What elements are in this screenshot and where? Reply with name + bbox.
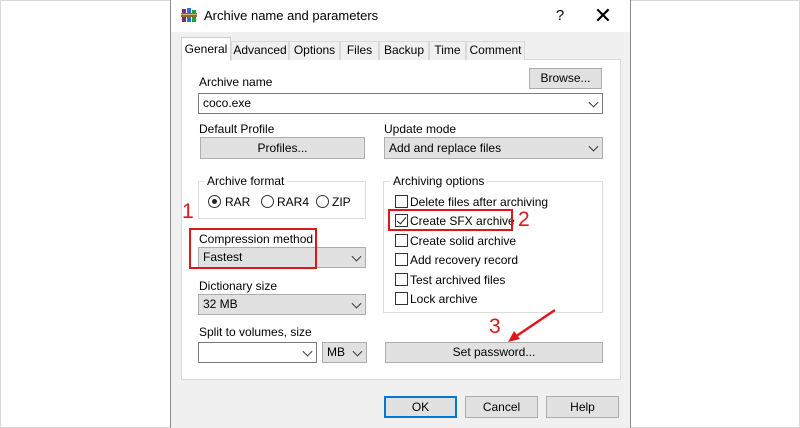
radio-zip-label[interactable]: ZIP <box>332 195 351 209</box>
annotation-number-2: 2 <box>518 208 530 231</box>
dictionary-size-select[interactable]: 32 MB <box>198 294 366 315</box>
update-mode-label: Update mode <box>384 122 457 136</box>
archive-name-value: coco.exe <box>203 96 252 110</box>
close-button[interactable]: ✕ <box>588 3 618 29</box>
radio-rar4[interactable] <box>261 195 274 208</box>
checkbox-delete-files[interactable] <box>395 195 408 208</box>
tab-options[interactable]: Options <box>289 41 340 60</box>
checkbox-lock-archive[interactable] <box>395 292 408 305</box>
chevron-down-icon[interactable] <box>351 298 362 309</box>
chevron-down-icon[interactable] <box>302 346 313 357</box>
archive-name-label: Archive name <box>199 75 273 89</box>
chevron-down-icon[interactable] <box>588 97 599 108</box>
radio-zip[interactable] <box>316 195 329 208</box>
set-password-button[interactable]: Set password... <box>385 342 603 363</box>
checkbox-lock-archive-label[interactable]: Lock archive <box>410 292 477 306</box>
dictionary-size-label: Dictionary size <box>199 279 278 293</box>
chevron-down-icon[interactable] <box>352 346 363 357</box>
tab-advanced[interactable]: Advanced <box>231 41 289 60</box>
browse-button[interactable]: Browse... <box>529 68 602 89</box>
chevron-down-icon[interactable] <box>588 141 599 152</box>
split-unit-value: MB <box>327 345 345 359</box>
radio-rar-label[interactable]: RAR <box>225 195 250 209</box>
update-mode-select[interactable]: Add and replace files <box>384 137 603 159</box>
ok-button[interactable]: OK <box>384 396 457 418</box>
help-button[interactable]: Help <box>546 396 619 418</box>
close-icon: ✕ <box>593 3 613 28</box>
update-mode-value: Add and replace files <box>389 141 502 155</box>
radio-rar[interactable] <box>208 195 221 208</box>
split-unit-select[interactable]: MB <box>322 342 367 363</box>
radio-rar4-label[interactable]: RAR4 <box>277 195 309 209</box>
profiles-button[interactable]: Profiles... <box>200 137 365 159</box>
archiving-options-label: Archiving options <box>390 174 488 188</box>
tab-files[interactable]: Files <box>340 41 379 60</box>
highlight-box-sfx <box>388 209 513 231</box>
help-question-button[interactable]: ? <box>548 3 572 29</box>
checkbox-create-solid-label[interactable]: Create solid archive <box>410 234 516 248</box>
annotation-arrow <box>500 306 560 346</box>
tab-comment[interactable]: Comment <box>466 41 525 60</box>
dictionary-size-value: 32 MB <box>203 297 238 311</box>
highlight-box-compression <box>189 228 317 269</box>
annotation-number-3: 3 <box>489 315 501 338</box>
winrar-books-icon <box>181 7 197 23</box>
tab-general[interactable]: General <box>181 37 231 61</box>
cancel-button[interactable]: Cancel <box>465 396 538 418</box>
annotation-number-1: 1 <box>182 200 194 223</box>
checkbox-recovery-record[interactable] <box>395 253 408 266</box>
checkbox-create-solid[interactable] <box>395 234 408 247</box>
checkbox-test-files[interactable] <box>395 273 408 286</box>
window-title: Archive name and parameters <box>204 8 379 23</box>
tab-time[interactable]: Time <box>429 41 466 60</box>
default-profile-label: Default Profile <box>199 122 275 136</box>
tab-backup[interactable]: Backup <box>379 41 429 60</box>
checkbox-test-files-label[interactable]: Test archived files <box>410 273 505 287</box>
checkbox-delete-files-label[interactable]: Delete files after archiving <box>410 195 548 209</box>
chevron-down-icon[interactable] <box>351 251 362 262</box>
archive-format-label: Archive format <box>204 174 288 188</box>
checkbox-recovery-record-label[interactable]: Add recovery record <box>410 253 518 267</box>
split-volumes-label: Split to volumes, size <box>199 325 312 339</box>
split-volumes-combobox[interactable] <box>198 342 317 363</box>
archive-name-combobox[interactable]: coco.exe <box>198 93 603 114</box>
